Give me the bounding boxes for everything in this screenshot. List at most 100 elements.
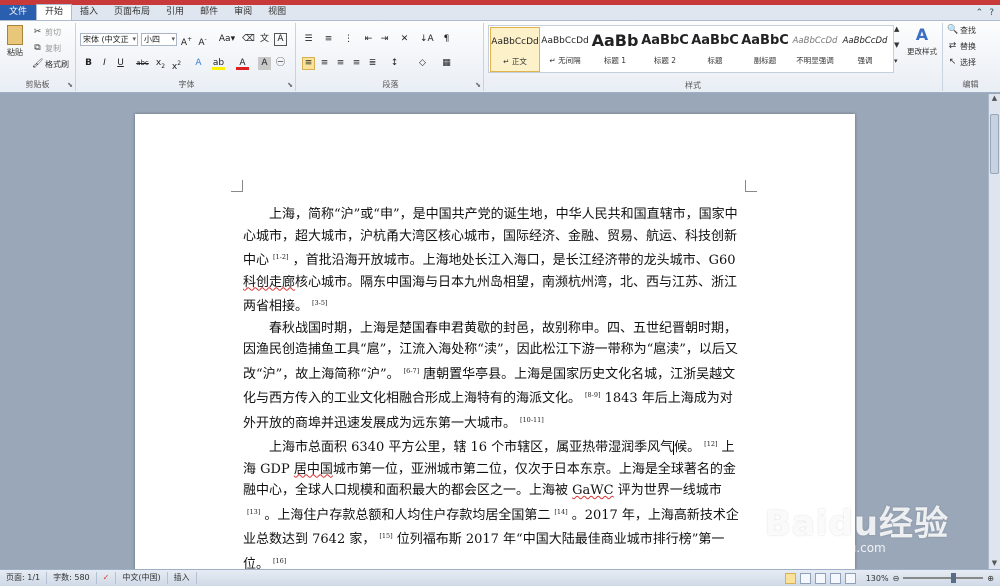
phonetic-guide-icon[interactable]: 文: [258, 33, 271, 46]
bullets-icon[interactable]: ☰: [302, 33, 315, 46]
tab-mailings[interactable]: 邮件: [192, 5, 226, 20]
multilevel-list-icon[interactable]: ⋮: [342, 33, 355, 46]
style-heading-1[interactable]: AaBb 标题 1: [590, 27, 640, 72]
decrease-indent-icon[interactable]: ⇤: [362, 33, 375, 46]
line-spacing-icon[interactable]: ↕: [388, 57, 401, 70]
style-subtitle[interactable]: AaBbC 副标题: [740, 27, 790, 72]
justify-icon[interactable]: ≡: [350, 57, 363, 70]
numbering-icon[interactable]: ≡: [322, 33, 335, 46]
scroll-thumb[interactable]: [990, 114, 999, 174]
shrink-font-icon[interactable]: A-: [196, 33, 209, 48]
style-title[interactable]: AaBbC 标题: [690, 27, 740, 72]
tab-view[interactable]: 视图: [260, 5, 294, 20]
text-effects-icon[interactable]: A: [192, 57, 205, 70]
superscript-icon[interactable]: x2: [170, 57, 183, 72]
italic-icon[interactable]: I: [98, 57, 111, 70]
change-case-icon[interactable]: Aa▾: [218, 33, 236, 46]
style-heading-2[interactable]: AaBbC 标题 2: [640, 27, 690, 72]
style-subtle-emphasis[interactable]: AaBbCcDd 不明显强调: [790, 27, 840, 72]
zoom-slider[interactable]: [903, 573, 984, 583]
paragraph[interactable]: 上海市总面积 6340 平方公里，辖 16 个市辖区，属亚热带湿润季风气候。 [1…: [243, 434, 745, 569]
strikethrough-icon[interactable]: abc: [136, 57, 149, 70]
spellcheck-flag[interactable]: 居中国: [294, 462, 333, 477]
status-language[interactable]: 中文(中国): [116, 572, 168, 584]
spellcheck-flag[interactable]: GaWC: [572, 483, 613, 498]
select-button[interactable]: ↖ 选择: [947, 57, 976, 68]
styles-scroll-down-button[interactable]: ▼: [894, 41, 899, 49]
clear-format-icon[interactable]: ⌫: [242, 33, 255, 46]
dialog-launcher-icon[interactable]: ⬊: [67, 81, 73, 89]
format-painter-button[interactable]: 🖌 格式刷: [32, 59, 69, 70]
vertical-scrollbar[interactable]: ▲ ▼: [988, 94, 1000, 569]
tab-file[interactable]: 文件: [0, 5, 36, 20]
borders-icon[interactable]: ▦: [440, 57, 453, 70]
document-body[interactable]: 上海，简称“沪”或“申”，是中国共产党的诞生地，中华人民共和国直辖市，国家中心城…: [243, 204, 745, 569]
zoom-level[interactable]: 130%: [866, 574, 889, 583]
help-icon[interactable]: ?: [989, 8, 994, 18]
status-word-count[interactable]: 字数: 580: [47, 572, 97, 584]
citation-marker[interactable]: [16]: [273, 557, 286, 565]
highlight-icon[interactable]: ab: [212, 57, 225, 70]
status-insert-mode[interactable]: 插入: [168, 572, 197, 584]
grow-font-icon[interactable]: A+: [180, 33, 193, 48]
dialog-launcher-icon[interactable]: ⬊: [475, 81, 481, 89]
find-button[interactable]: 🔍 查找: [947, 25, 976, 36]
style-no-spacing[interactable]: AaBbCcDd ↵ 无间隔: [540, 27, 590, 72]
spellcheck-flag[interactable]: 科创走廊: [243, 275, 295, 290]
show-marks-icon[interactable]: ¶: [440, 33, 453, 46]
font-color-icon[interactable]: A: [236, 57, 249, 70]
char-shading-icon[interactable]: A: [258, 57, 271, 70]
citation-marker[interactable]: [13]: [247, 508, 260, 516]
align-left-icon[interactable]: ≡: [302, 57, 315, 70]
subscript-icon[interactable]: x2: [154, 57, 167, 70]
citation-marker[interactable]: [8-9]: [585, 391, 601, 399]
outline-view-icon[interactable]: [829, 572, 841, 584]
increase-indent-icon[interactable]: ⇥: [378, 33, 391, 46]
paste-button[interactable]: 粘贴: [4, 25, 26, 58]
tab-insert[interactable]: 插入: [72, 5, 106, 20]
citation-marker[interactable]: [12]: [704, 440, 717, 448]
bold-icon[interactable]: B: [82, 57, 95, 70]
tab-references[interactable]: 引用: [158, 5, 192, 20]
replace-button[interactable]: ⇄ 替换: [947, 41, 976, 52]
zoom-in-icon[interactable]: ⊕: [987, 574, 994, 583]
font-name-select[interactable]: 宋体 (中文正 ▾: [80, 33, 138, 46]
style-emphasis[interactable]: AaBbCcDd 强调: [840, 27, 890, 72]
tab-review[interactable]: 审阅: [226, 5, 260, 20]
web-layout-view-icon[interactable]: [814, 572, 826, 584]
dialog-launcher-icon[interactable]: ⬊: [287, 81, 293, 89]
document-page[interactable]: 上海，简称“沪”或“申”，是中国共产党的诞生地，中华人民共和国直辖市，国家中心城…: [135, 114, 855, 569]
align-center-icon[interactable]: ≡: [318, 57, 331, 70]
citation-marker[interactable]: [15]: [379, 532, 392, 540]
full-screen-view-icon[interactable]: [799, 572, 811, 584]
shading-icon[interactable]: ◇: [416, 57, 429, 70]
minimize-ribbon-icon[interactable]: ⌃: [976, 8, 984, 18]
copy-button[interactable]: ⧉ 复制: [32, 43, 61, 54]
print-layout-view-icon[interactable]: [784, 572, 796, 584]
align-right-icon[interactable]: ≡: [334, 57, 347, 70]
status-page[interactable]: 页面: 1/1: [0, 572, 48, 584]
styles-more-button[interactable]: ▾: [894, 57, 898, 65]
paragraph[interactable]: 上海，简称“沪”或“申”，是中国共产党的诞生地，中华人民共和国直辖市，国家中心城…: [243, 204, 745, 318]
underline-icon[interactable]: U: [114, 57, 127, 70]
enclose-char-icon[interactable]: ㊀: [274, 57, 287, 70]
tab-page-layout[interactable]: 页面布局: [106, 5, 158, 20]
change-styles-button[interactable]: A 更改样式: [904, 25, 940, 57]
tab-home[interactable]: 开始: [36, 4, 73, 20]
draft-view-icon[interactable]: [844, 572, 856, 584]
citation-marker[interactable]: [1-2]: [273, 253, 289, 261]
chinese-layout-icon[interactable]: ✕: [398, 33, 411, 46]
style-normal[interactable]: AaBbCcDd ↵ 正文: [490, 27, 540, 72]
scroll-down-icon[interactable]: ▼: [989, 559, 1000, 569]
citation-marker[interactable]: [14]: [554, 508, 567, 516]
citation-marker[interactable]: [3-5]: [312, 299, 328, 307]
distributed-icon[interactable]: ≣: [366, 57, 379, 70]
paragraph[interactable]: 春秋战国时期，上海是楚国春申君黄歇的封邑，故别称申。四、五世纪晋朝时期，因渔民创…: [243, 318, 745, 435]
zoom-out-icon[interactable]: ⊖: [893, 574, 900, 583]
cut-button[interactable]: ✂ 剪切: [32, 27, 61, 38]
scroll-up-icon[interactable]: ▲: [989, 94, 1000, 104]
styles-scroll-up-button[interactable]: ▲: [894, 25, 899, 33]
citation-marker[interactable]: [10-11]: [520, 416, 544, 424]
font-size-select[interactable]: 小四 ▾: [141, 33, 177, 46]
char-border-icon[interactable]: A: [274, 33, 287, 46]
